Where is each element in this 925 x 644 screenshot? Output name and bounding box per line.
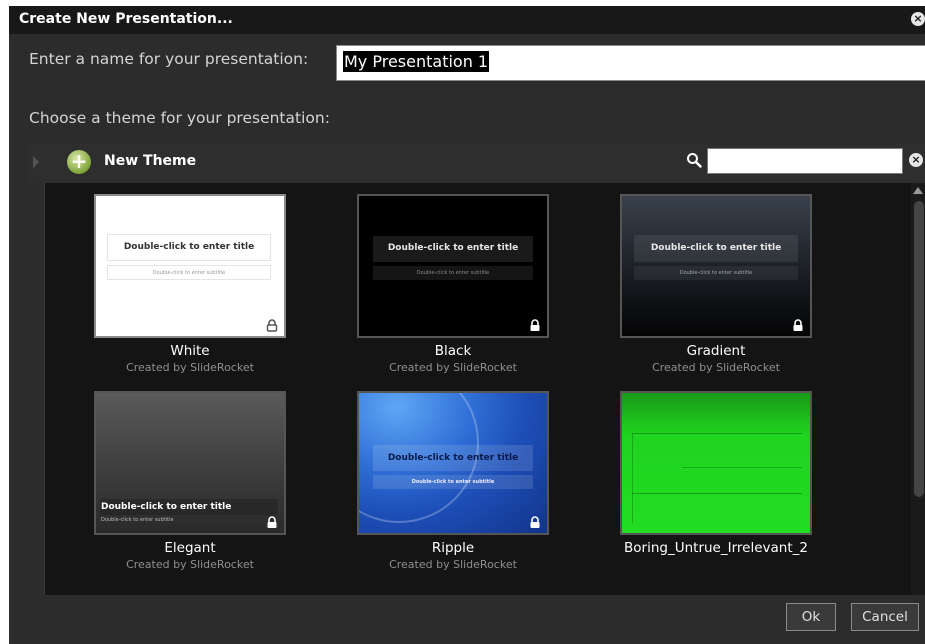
thumb-guide [682, 467, 802, 468]
theme-thumbnail[interactable]: Double-click to enter title Double-click… [357, 391, 549, 535]
new-theme-button[interactable]: New Theme [104, 153, 196, 169]
name-label: Enter a name for your presentation: [29, 50, 309, 68]
create-presentation-dialog: Create New Presentation... × Enter a nam… [9, 6, 925, 644]
theme-tile-gradient[interactable]: Double-click to enter title Double-click… [573, 194, 833, 389]
dialog-title: Create New Presentation... [19, 11, 233, 27]
theme-creator: Created by SlideRocket [389, 361, 517, 374]
thumb-subtitle: Double-click to enter subtitle [679, 270, 753, 276]
theme-name: Ripple [431, 540, 475, 556]
theme-label: Choose a theme for your presentation: [29, 109, 330, 127]
theme-name: Boring_Untrue_Irrelevant_2 [624, 540, 808, 556]
theme-thumbnail[interactable]: Double-click to enter title Double-click… [94, 391, 286, 535]
lock-icon [793, 319, 803, 331]
thumb-guide [632, 433, 633, 523]
lock-icon [266, 319, 278, 332]
theme-thumbnail[interactable]: Double-click to enter title Double-click… [357, 194, 549, 338]
gallery-scrollbar[interactable] [911, 183, 925, 595]
cancel-button[interactable]: Cancel [851, 603, 919, 631]
scroll-up-icon[interactable] [913, 187, 923, 194]
close-icon[interactable]: × [911, 12, 925, 26]
theme-tile-white[interactable]: Double-click to enter title Double-click… [47, 194, 307, 389]
thumb-subtitle: Double-click to enter subtitle [101, 517, 174, 523]
theme-tile-ripple[interactable]: Double-click to enter title Double-click… [310, 391, 570, 586]
theme-tile-boring[interactable]: Boring_Untrue_Irrelevant_2 [573, 391, 833, 586]
theme-gallery: Double-click to enter title Double-click… [44, 183, 925, 595]
theme-thumbnail[interactable]: Double-click to enter title Double-click… [620, 194, 812, 338]
theme-name: Black [434, 343, 472, 359]
theme-creator: Created by SlideRocket [126, 361, 254, 374]
thumb-title: Double-click to enter title [387, 453, 519, 463]
search-icon [687, 153, 702, 168]
theme-creator: Created by SlideRocket [389, 558, 517, 571]
thumb-title: Double-click to enter title [123, 242, 255, 252]
thumb-title: Double-click to enter title [387, 243, 519, 253]
theme-name: White [170, 343, 210, 359]
thumb-subtitle: Double-click to enter subtitle [152, 270, 226, 276]
theme-thumbnail[interactable]: Double-click to enter title Double-click… [94, 194, 286, 338]
lock-icon [530, 319, 540, 331]
thumb-subtitle: Double-click to enter subtitle [411, 479, 495, 485]
theme-name: Gradient [686, 343, 746, 359]
theme-thumbnail[interactable] [620, 391, 812, 535]
scroll-thumb[interactable] [914, 201, 924, 497]
lock-icon [267, 516, 277, 528]
theme-search-input[interactable] [707, 148, 903, 174]
thumb-guide [632, 493, 802, 494]
search-clear-icon[interactable]: × [909, 153, 923, 167]
theme-creator: Created by SlideRocket [652, 361, 780, 374]
thumb-subtitle: Double-click to enter subtitle [416, 270, 490, 276]
thumb-title: Double-click to enter title [101, 502, 232, 512]
ok-button[interactable]: Ok [786, 603, 836, 631]
theme-toolbar: + New Theme × [28, 143, 925, 183]
name-input-value: My Presentation 1 [343, 51, 490, 72]
add-theme-icon[interactable]: + [67, 150, 91, 174]
theme-name: Elegant [164, 540, 216, 556]
theme-tile-elegant[interactable]: Double-click to enter title Double-click… [47, 391, 307, 586]
theme-creator: Created by SlideRocket [126, 558, 254, 571]
thumb-title: Double-click to enter title [650, 243, 782, 253]
lock-icon [530, 516, 540, 528]
theme-tile-black[interactable]: Double-click to enter title Double-click… [310, 194, 570, 389]
collapse-arrow-icon[interactable] [33, 156, 39, 168]
dialog-titlebar: Create New Presentation... × [9, 6, 925, 34]
presentation-name-input[interactable]: My Presentation 1 [336, 45, 925, 81]
thumb-guide [632, 433, 802, 434]
